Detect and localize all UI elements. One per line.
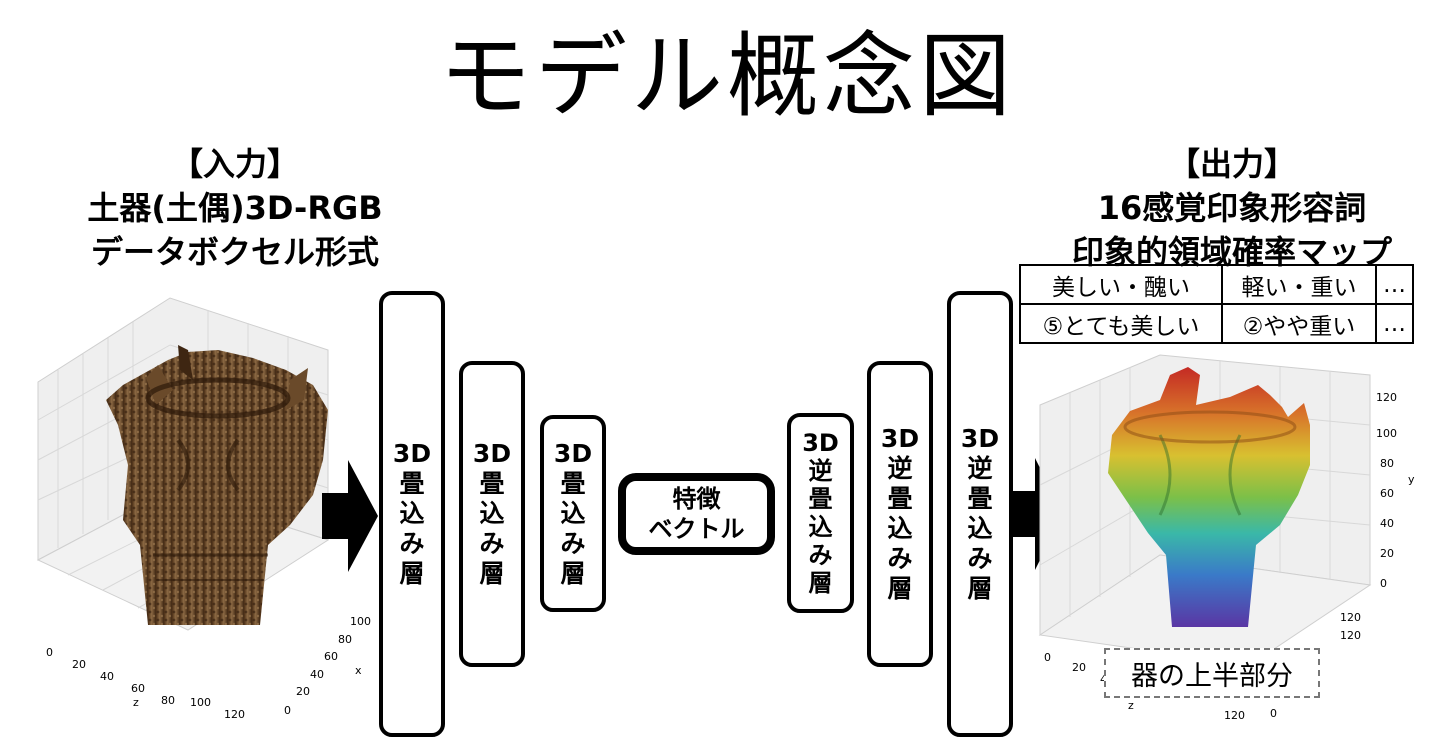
z-tick-label: 80 [161,694,175,707]
deconv-layer-1: 3D 逆 畳 込 み 層 [787,413,854,613]
output-heading: 【出力】 [1167,145,1296,183]
layer-text: 畳 [560,468,586,498]
layer-text: 逆 [808,457,833,485]
table-cell: … [1375,303,1414,344]
layer-text: 畳 [399,469,425,498]
input-line2: データボクセル形式 [90,233,379,271]
y-tick-label: 60 [1380,487,1394,500]
z-tick-label: 0 [46,646,53,659]
x-tick-label: 40 [310,668,324,681]
layer-text: 層 [399,559,425,588]
layer-text: 込 [808,513,833,541]
y-tick-label: 80 [1380,457,1394,470]
z-axis-label: z [133,696,139,709]
page-title: モデル概念図 [438,23,1015,130]
layer-text: 逆 [887,454,913,483]
x-tick-label: 60 [324,650,338,663]
layer-text: 畳 [808,485,833,513]
x-tick-label: 80 [338,633,352,646]
y-tick-label: 0 [1380,577,1387,590]
z-tick-label: 60 [131,682,145,695]
feature-vector-label: ベクトル [648,515,745,543]
x-tick-label: 0 [284,704,291,717]
z-tick-label: 20 [72,658,86,671]
layer-text: 畳 [887,484,913,513]
z-axis-label: z [1128,699,1134,712]
layer-text: 畳 [967,484,993,513]
y-axis-label: y [1408,473,1415,486]
layer-text: 3D [472,439,512,468]
conv-layer-2: 3D 畳 込 み 層 [459,361,525,667]
x-tick-label: 120 [1340,611,1361,624]
z-tick-label: 0 [1044,651,1051,664]
feature-vector-label: 特徴 [672,485,721,513]
x-tick-label: 20 [296,685,310,698]
layer-text: 3D [553,438,593,468]
z-tick-label: 40 [100,670,114,683]
table-row: 美しい・醜い 軽い・重い … [1019,264,1414,305]
layer-text: 層 [479,559,505,588]
output-caption: 【出力】 16感覚印象形容詞 印象的領域確率マップ [1010,142,1454,274]
table-cell: 軽い・重い [1221,264,1377,305]
layer-text: 層 [560,558,586,588]
layer-text: み [887,544,913,573]
table-cell: 美しい・醜い [1019,264,1223,305]
layer-text: 層 [967,574,993,603]
x-tick-label: 120 [1340,629,1361,642]
conv-layer-1: 3D 畳 込 み 層 [379,291,445,737]
x-tick-label: 0 [1270,707,1277,720]
layer-text: 逆 [967,454,993,483]
input-caption: 【入力】 土器(土偶)3D-RGB データボクセル形式 [0,142,470,274]
y-tick-label: 40 [1380,517,1394,530]
layer-text: み [808,541,833,569]
feature-vector: 特徴 ベクトル [618,473,775,555]
input-arrow-icon [322,460,378,572]
layer-text: み [479,529,505,558]
output-line1: 16感覚印象形容詞 [1097,189,1367,227]
layer-text: み [560,528,586,558]
region-label: 器の上半部分 [1104,648,1320,698]
layer-text: 3D [802,429,839,457]
table-cell: ⑤とても美しい [1019,303,1223,344]
layer-text: 層 [808,569,833,597]
impression-table: 美しい・醜い 軽い・重い … ⑤とても美しい ②やや重い … [1019,264,1414,344]
input-line1: 土器(土偶)3D-RGB [87,189,383,227]
conv-layer-3: 3D 畳 込 み 層 [540,415,606,612]
layer-text: 3D [392,439,432,468]
layer-text: み [967,544,993,573]
z-tick-label: 20 [1072,661,1086,674]
layer-text: み [399,529,425,558]
z-tick-label: 100 [190,696,211,709]
x-tick-label: 120 [1224,709,1245,722]
z-tick-label: 120 [224,708,245,721]
layer-text: 込 [560,498,586,528]
layer-text: 層 [887,574,913,603]
x-axis-label: x [355,664,362,677]
layer-text: 込 [887,514,913,543]
layer-text: 畳 [479,469,505,498]
table-cell: … [1375,264,1414,305]
deconv-layer-2: 3D 逆 畳 込 み 層 [867,361,933,667]
layer-text: 3D [960,424,1000,453]
table-cell: ②やや重い [1221,303,1377,344]
y-tick-label: 20 [1380,547,1394,560]
x-tick-label: 100 [350,615,371,628]
deconv-layer-3: 3D 逆 畳 込 み 層 [947,291,1013,737]
layer-text: 込 [479,499,505,528]
table-row: ⑤とても美しい ②やや重い … [1019,303,1414,344]
y-tick-label: 100 [1376,427,1397,440]
y-tick-label: 120 [1376,391,1397,404]
layer-text: 3D [880,424,920,453]
layer-text: 込 [399,499,425,528]
input-heading: 【入力】 [170,145,299,183]
layer-text: 込 [967,514,993,543]
